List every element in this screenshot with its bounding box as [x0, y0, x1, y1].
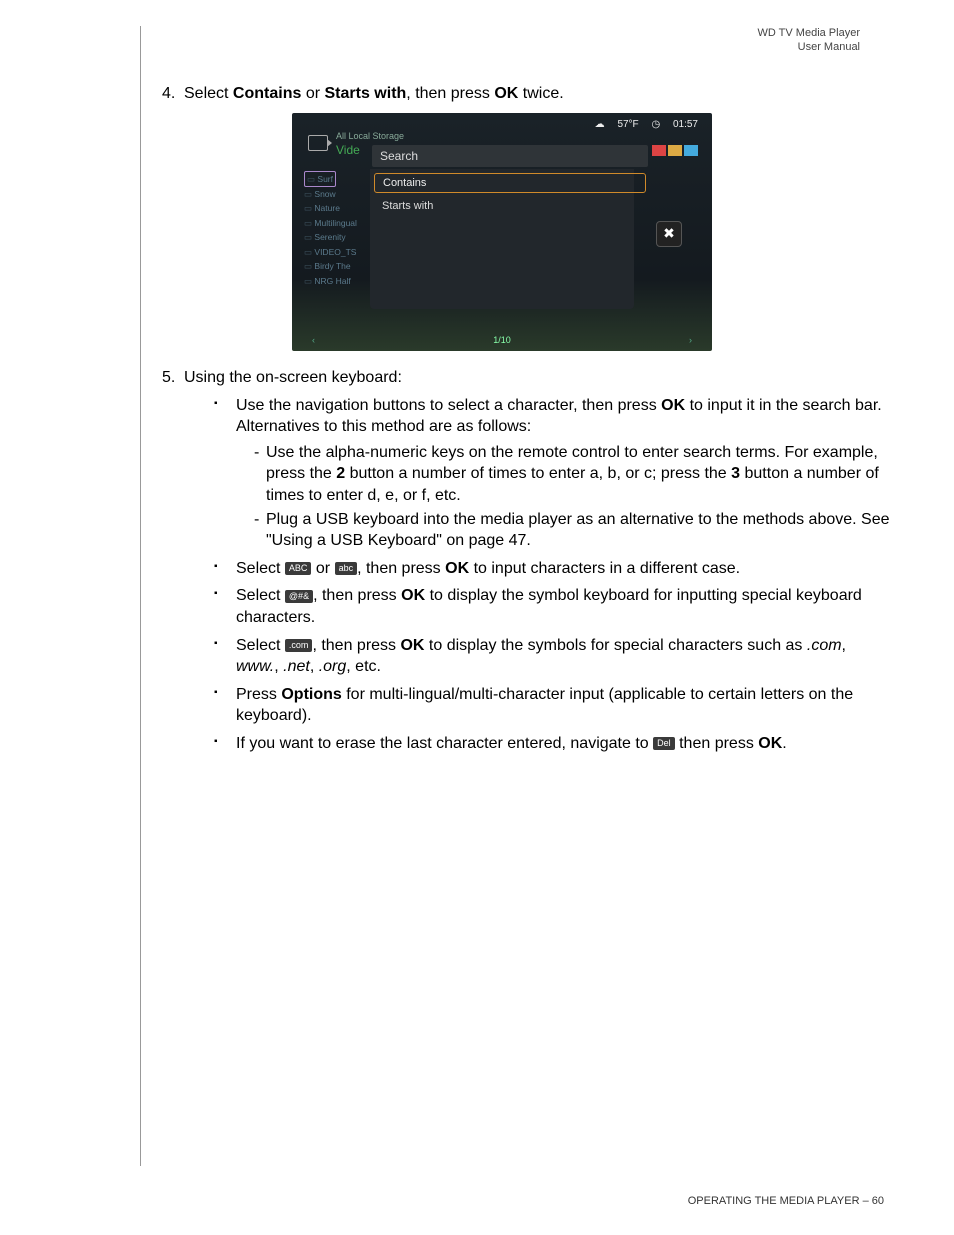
sidebar-item: Nature	[304, 201, 357, 215]
section-title: OPERATING THE MEDIA PLAYER	[688, 1195, 860, 1207]
italic-com: .com	[807, 637, 842, 654]
flag-icon-2	[668, 145, 682, 156]
sidebar-item: Serenity	[304, 230, 357, 244]
text: , then press	[312, 637, 400, 654]
text: Select	[184, 85, 233, 102]
time: 01:57	[673, 119, 698, 130]
pager-count: 1/10	[493, 335, 511, 345]
flag-icon-3	[684, 145, 698, 156]
separator: –	[860, 1195, 872, 1207]
step-4: 4.Select Contains or Starts with, then p…	[162, 85, 890, 351]
steps-list: 4.Select Contains or Starts with, then p…	[162, 85, 890, 755]
status-bar: ☁ 57°F ◷ 01:57	[585, 119, 698, 130]
dash-alphanumeric: Use the alpha-numeric keys on the remote…	[254, 442, 890, 507]
italic-www: www.	[236, 658, 274, 675]
weather-icon: ☁	[595, 119, 605, 130]
bold-options: Options	[281, 686, 341, 703]
key-abc-upper-icon: ABC	[285, 562, 312, 575]
key-abc-lower-icon: abc	[335, 562, 358, 575]
italic-net: .net	[283, 658, 310, 675]
close-button: ✖	[656, 221, 682, 247]
step-number: 5.	[162, 369, 184, 387]
sidebar-item: Snow	[304, 187, 357, 201]
option-starts-with: Starts with	[374, 197, 644, 215]
status-icons	[652, 145, 698, 156]
bullet-list: Use the navigation buttons to select a c…	[214, 395, 890, 755]
header-line-2: User Manual	[140, 40, 860, 54]
pager-prev-icon: ‹	[312, 335, 315, 345]
bold-ok: OK	[445, 560, 469, 577]
pager: ‹ 1/10 ›	[292, 335, 712, 345]
text: Select	[236, 637, 285, 654]
bullet-case: Select ABC or abc, then press OK to inpu…	[214, 558, 890, 580]
italic-org: .org	[319, 658, 347, 675]
sidebar-item: Birdy The	[304, 259, 357, 273]
text: Using the on-screen keyboard:	[184, 369, 402, 386]
sidebar-item: VIDEO_TS	[304, 245, 357, 259]
key-symbol-icon: @#&	[285, 590, 313, 603]
all-local-storage-label: All Local Storage	[336, 131, 404, 141]
text: or	[311, 560, 334, 577]
text: button a number of times to enter a, b, …	[345, 465, 731, 482]
bold-ok: OK	[401, 587, 425, 604]
text: If you want to erase the last character …	[236, 735, 653, 752]
text: , then press	[357, 560, 445, 577]
text: then press	[675, 735, 759, 752]
flag-icon-1	[652, 145, 666, 156]
bullet-delete: If you want to erase the last character …	[214, 733, 890, 755]
breadcrumb-vide: Vide	[336, 143, 360, 157]
bullet-domains: Select .com, then press OK to display th…	[214, 635, 890, 678]
key-del-icon: Del	[653, 737, 675, 750]
text: ,	[274, 658, 283, 675]
video-icon	[308, 135, 328, 151]
bold-contains: Contains	[233, 85, 301, 102]
bold-ok: OK	[758, 735, 782, 752]
bold-2: 2	[336, 465, 345, 482]
bullet-nav-buttons: Use the navigation buttons to select a c…	[214, 395, 890, 552]
dash-usb-keyboard: Plug a USB keyboard into the media playe…	[254, 509, 890, 552]
key-dotcom-icon: .com	[285, 639, 313, 652]
search-dropdown-label: Search	[372, 145, 648, 167]
bold-3: 3	[731, 465, 740, 482]
sidebar-items: Surf Snow Nature Multilingual Serenity V…	[304, 171, 357, 289]
bullet-symbols: Select @#&, then press OK to display the…	[214, 585, 890, 628]
text: to input characters in a different case.	[469, 560, 740, 577]
text: or	[301, 85, 324, 102]
text: ,	[842, 637, 846, 654]
text: ,	[310, 658, 319, 675]
bold-startswith: Starts with	[325, 85, 407, 102]
dash-list: Use the alpha-numeric keys on the remote…	[254, 442, 890, 552]
bold-ok: OK	[400, 637, 424, 654]
header-line-1: WD TV Media Player	[140, 26, 860, 40]
sidebar-item: NRG Half	[304, 274, 357, 288]
option-contains: Contains	[374, 173, 646, 193]
temperature: 57°F	[617, 119, 638, 130]
sidebar-item: Multilingual	[304, 216, 357, 230]
step-5: 5.Using the on-screen keyboard: Use the …	[162, 369, 890, 755]
text: Press	[236, 686, 281, 703]
text: Use the navigation buttons to select a c…	[236, 397, 661, 414]
clock-icon: ◷	[651, 119, 660, 130]
bold-ok: OK	[494, 85, 518, 102]
page-content: WD TV Media Player User Manual 4.Select …	[140, 26, 890, 767]
text: twice.	[518, 85, 563, 102]
text: , then press	[406, 85, 494, 102]
bullet-options: Press Options for multi-lingual/multi-ch…	[214, 684, 890, 727]
step-number: 4.	[162, 85, 184, 103]
embedded-screenshot: ☁ 57°F ◷ 01:57 All Local Storage Vide Se…	[292, 113, 712, 351]
sidebar-item: Surf	[304, 171, 336, 187]
text: , then press	[313, 587, 401, 604]
bold-ok: OK	[661, 397, 685, 414]
page-footer: OPERATING THE MEDIA PLAYER – 60	[688, 1195, 884, 1207]
page-number: 60	[872, 1195, 884, 1207]
text: Select	[236, 587, 285, 604]
text: to display the symbols for special chara…	[424, 637, 806, 654]
page-header: WD TV Media Player User Manual	[140, 26, 890, 55]
text: .	[782, 735, 786, 752]
text: Select	[236, 560, 285, 577]
text: , etc.	[346, 658, 381, 675]
pager-next-icon: ›	[689, 335, 692, 345]
